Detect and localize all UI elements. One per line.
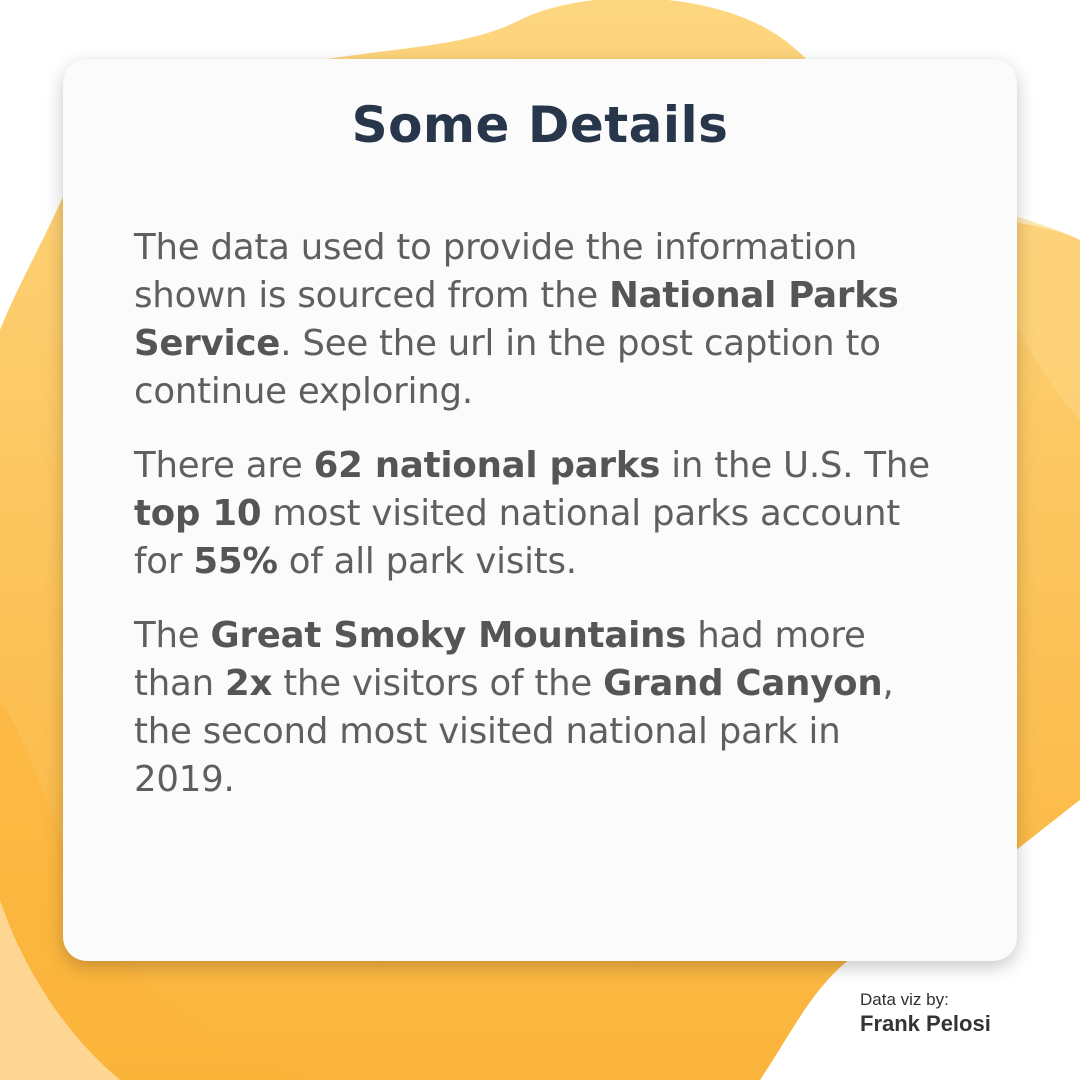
- paragraph-source: The data used to provide the information…: [134, 227, 899, 412]
- credit-label: Data viz by:: [860, 990, 949, 1009]
- credit: Data viz by: Frank Pelosi: [860, 990, 991, 1037]
- details-body: The data used to provide the information…: [134, 224, 944, 830]
- paragraph-comparison: The Great Smoky Mountains had more than …: [134, 615, 894, 800]
- paragraph-park-count: There are 62 national parks in the U.S. …: [134, 445, 930, 582]
- page-title: Some Details: [351, 96, 729, 154]
- credit-author: Frank Pelosi: [860, 1011, 991, 1036]
